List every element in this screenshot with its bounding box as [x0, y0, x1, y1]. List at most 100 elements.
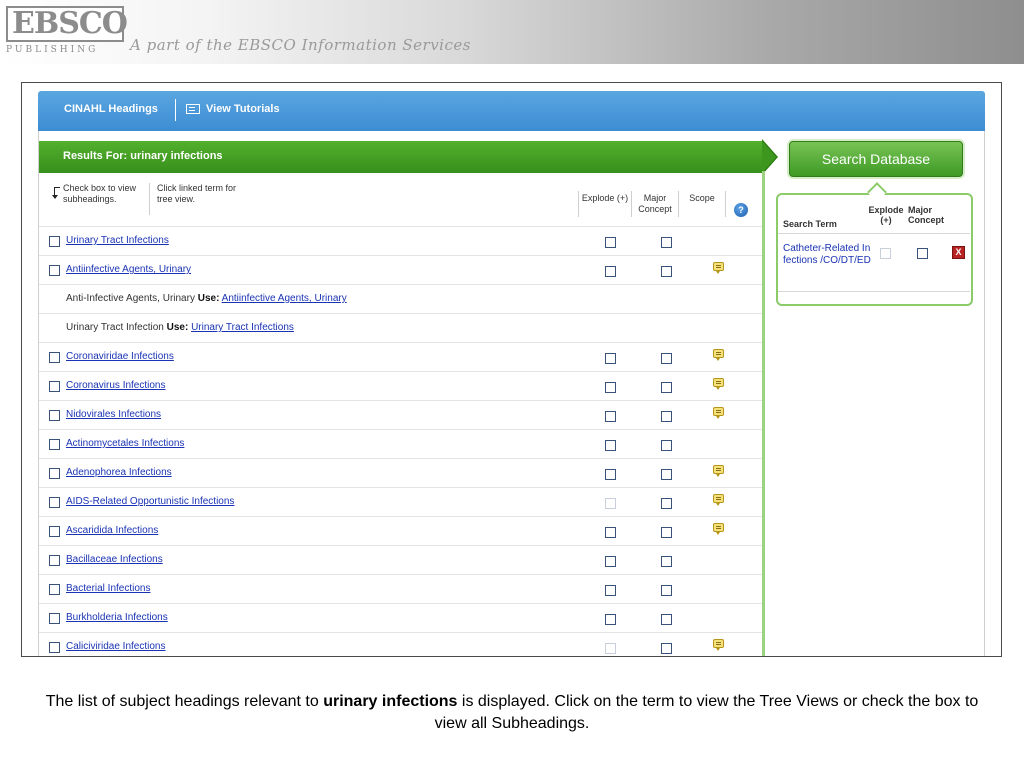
results-divider [762, 171, 765, 656]
results-arrow [762, 141, 776, 173]
view-tutorials-link[interactable]: View Tutorials [206, 103, 280, 115]
explode-checkbox[interactable] [605, 440, 616, 451]
subheading-checkbox[interactable] [49, 265, 60, 276]
explode-checkbox[interactable] [605, 237, 616, 248]
search-database-button[interactable]: Search Database [789, 141, 963, 177]
subheading-checkbox[interactable] [49, 468, 60, 479]
table-row: Urinary Tract Infections [39, 226, 762, 255]
table-row: Anti-Infective Agents, Urinary Use: Anti… [39, 284, 762, 313]
explode-checkbox[interactable] [605, 382, 616, 393]
scope-note-icon[interactable] [713, 407, 724, 419]
tagline: A part of the EBSCO Information Services [130, 36, 471, 54]
major-concept-checkbox[interactable] [661, 353, 672, 364]
table-row: Bacillaceae Infections [39, 545, 762, 574]
major-concept-checkbox[interactable] [661, 266, 672, 277]
subheading-checkbox[interactable] [49, 555, 60, 566]
cinahl-headings-link[interactable]: CINAHL Headings [64, 103, 158, 115]
caption-before: The list of subject headings relevant to [45, 693, 324, 710]
subheading-checkbox[interactable] [49, 236, 60, 247]
scope-note-icon[interactable] [713, 523, 724, 535]
heading-term-link[interactable]: Coronaviridae Infections [66, 351, 174, 362]
table-row: Actinomycetales Infections [39, 429, 762, 458]
explode-checkbox[interactable] [605, 556, 616, 567]
major-concept-checkbox[interactable] [661, 527, 672, 538]
major-concept-checkbox[interactable] [661, 382, 672, 393]
major-concept-checkbox[interactable] [661, 469, 672, 480]
col-head-scope: Scope [689, 193, 715, 203]
help-icon[interactable]: ? [734, 203, 748, 217]
subheading-checkbox[interactable] [49, 381, 60, 392]
use-reference: Urinary Tract Infection Use: Urinary Tra… [66, 322, 294, 333]
table-row: Caliciviridae Infections [39, 632, 762, 656]
slide-caption: The list of subject headings relevant to… [40, 691, 984, 735]
table-row: Adenophorea Infections [39, 458, 762, 487]
col-divider-4 [725, 191, 726, 217]
major-concept-checkbox[interactable] [661, 440, 672, 451]
major-concept-checkbox[interactable] [661, 411, 672, 422]
col-head-explode: Explode (+) [581, 193, 629, 203]
subheading-checkbox[interactable] [49, 526, 60, 537]
selected-major-checkbox[interactable] [917, 248, 928, 259]
heading-term-link[interactable]: Coronavirus Infections [66, 380, 166, 391]
scope-note-icon[interactable] [713, 378, 724, 390]
explode-checkbox[interactable] [605, 411, 616, 422]
table-row: Burkholderia Infections [39, 603, 762, 632]
sel-col-explode: Explode (+) [868, 205, 904, 225]
selected-explode-checkbox[interactable] [880, 248, 891, 259]
explode-checkbox [605, 643, 616, 654]
major-concept-checkbox[interactable] [661, 498, 672, 509]
scope-note-icon[interactable] [713, 494, 724, 506]
subheading-checkbox[interactable] [49, 584, 60, 595]
use-target-link[interactable]: Urinary Tract Infections [191, 322, 294, 333]
explode-checkbox[interactable] [605, 266, 616, 277]
use-label: Urinary Tract Infection [66, 322, 164, 333]
subheading-checkbox[interactable] [49, 410, 60, 421]
results-title: Results For: urinary infections [63, 150, 223, 162]
remove-term-icon[interactable]: X [952, 246, 965, 259]
scope-note-icon[interactable] [713, 349, 724, 361]
use-target-link[interactable]: Antiinfective Agents, Urinary [222, 293, 347, 304]
header-banner: EBSCO PUBLISHING A part of the EBSCO Inf… [0, 0, 1024, 64]
heading-term-link[interactable]: Ascaridida Infections [66, 525, 158, 536]
heading-term-link[interactable]: Bacterial Infections [66, 583, 151, 594]
major-concept-checkbox[interactable] [661, 614, 672, 625]
explode-checkbox [605, 498, 616, 509]
table-row: Coronaviridae Infections [39, 342, 762, 371]
heading-term-link[interactable]: Antiinfective Agents, Urinary [66, 264, 191, 275]
subheading-checkbox[interactable] [49, 642, 60, 653]
scope-note-icon[interactable] [713, 465, 724, 477]
sel-col-term: Search Term [783, 219, 837, 229]
table-row: Ascaridida Infections [39, 516, 762, 545]
col-head-major: Major Concept [638, 193, 672, 214]
heading-term-link[interactable]: Caliciviridae Infections [66, 641, 166, 652]
subheading-checkbox[interactable] [49, 352, 60, 363]
scope-note-icon[interactable] [713, 639, 724, 651]
major-concept-checkbox[interactable] [661, 556, 672, 567]
use-reference: Anti-Infective Agents, Urinary Use: Anti… [66, 293, 347, 304]
caption-after: is displayed. Click on the term to view … [434, 693, 979, 732]
heading-term-link[interactable]: Burkholderia Infections [66, 612, 168, 623]
heading-term-link[interactable]: Nidovirales Infections [66, 409, 161, 420]
logo-subtext: PUBLISHING [6, 45, 99, 55]
explode-checkbox[interactable] [605, 353, 616, 364]
major-concept-checkbox[interactable] [661, 643, 672, 654]
subheading-checkbox[interactable] [49, 497, 60, 508]
heading-term-link[interactable]: AIDS-Related Opportunistic Infections [66, 496, 234, 507]
explode-checkbox[interactable] [605, 585, 616, 596]
heading-term-link[interactable]: Bacillaceae Infections [66, 554, 163, 565]
subheading-checkbox[interactable] [49, 613, 60, 624]
screenshot-frame: CINAHL Headings View Tutorials Results F… [21, 82, 1002, 657]
video-icon [186, 104, 200, 114]
subheading-checkbox[interactable] [49, 439, 60, 450]
explode-checkbox[interactable] [605, 614, 616, 625]
heading-term-link[interactable]: Actinomycetales Infections [66, 438, 184, 449]
major-concept-checkbox[interactable] [661, 237, 672, 248]
scope-note-icon[interactable] [713, 262, 724, 274]
heading-term-link[interactable]: Adenophorea Infections [66, 467, 172, 478]
major-concept-checkbox[interactable] [661, 585, 672, 596]
explode-checkbox[interactable] [605, 469, 616, 480]
heading-term-link[interactable]: Urinary Tract Infections [66, 235, 169, 246]
explode-checkbox[interactable] [605, 527, 616, 538]
selected-term-link[interactable]: Catheter-Related Infections /CO/DT/ED [783, 243, 871, 267]
caption-bold: urinary infections [323, 693, 458, 710]
